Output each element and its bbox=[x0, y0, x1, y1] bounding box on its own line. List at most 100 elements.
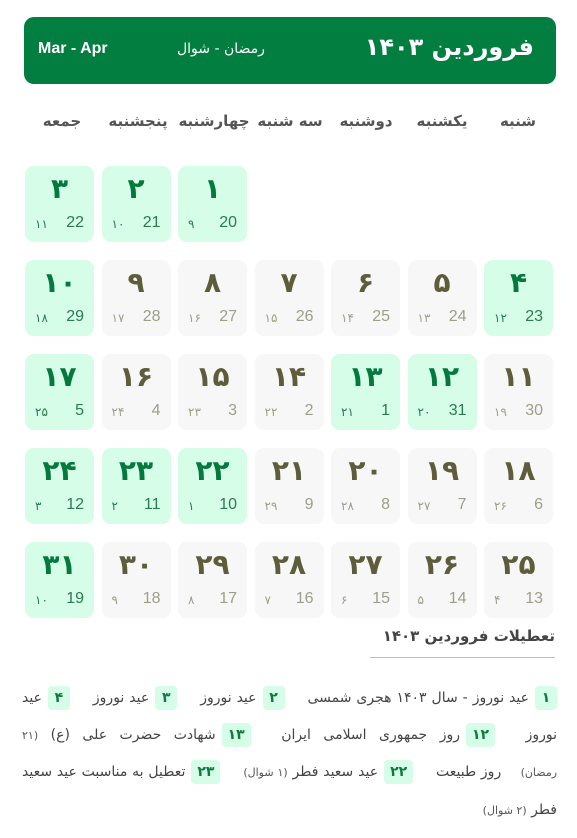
holiday-text: عید نوروز bbox=[92, 690, 150, 706]
hijri-date: ۲۴ bbox=[111, 405, 125, 419]
calendar-day-cell[interactable]: ۲۶ 14 ۵ bbox=[407, 542, 477, 618]
hijri-date: ۱۹ bbox=[494, 405, 507, 419]
day-number: ۳ bbox=[50, 172, 69, 205]
calendar-day-cell[interactable]: ۱۰ 29 ۱۸ bbox=[25, 260, 94, 336]
day-number: ۲۹ bbox=[195, 548, 230, 581]
hijri-date: ۱۴ bbox=[341, 311, 354, 325]
calendar-day-cell[interactable]: ۱۱ 30 ۱۹ bbox=[484, 354, 553, 430]
calendar-day-cell[interactable]: ۲۷ 15 ۶ bbox=[331, 542, 400, 618]
calendar-day-cell[interactable]: ۴ 23 ۱۲ bbox=[484, 260, 553, 336]
calendar-day-cell[interactable]: ۱۳ 1 ۲۱ bbox=[331, 354, 400, 430]
day-number: ۶ bbox=[356, 266, 375, 299]
gregorian-date: 12 bbox=[66, 496, 84, 513]
gregorian-date: 2 bbox=[304, 402, 314, 419]
gregorian-date: 3 bbox=[228, 402, 237, 419]
hijri-date: ۱۰ bbox=[35, 593, 48, 607]
gregorian-date: 4 bbox=[151, 402, 161, 419]
calendar-day-cell[interactable]: ۹ 28 ۱۷ bbox=[101, 260, 171, 336]
calendar-day-cell[interactable]: ۲۹ 17 ۸ bbox=[178, 542, 247, 618]
empty-cell bbox=[331, 166, 400, 242]
calendar-day-cell[interactable]: ۸ 27 ۱۶ bbox=[178, 260, 247, 336]
day-number: ۲۷ bbox=[348, 548, 383, 581]
calendar-day-cell[interactable]: ۱۲ 31 ۲۰ bbox=[407, 354, 477, 430]
gregorian-date: 8 bbox=[381, 496, 390, 513]
gregorian-date: 18 bbox=[142, 590, 161, 607]
day-number: ۱۵ bbox=[195, 360, 230, 393]
calendar-day-cell[interactable]: ۲۲ 10 ۱ bbox=[178, 448, 247, 524]
calendar-day-cell[interactable]: ۱۴ 2 ۲۲ bbox=[254, 354, 324, 430]
day-number: ۴ bbox=[509, 266, 528, 299]
gregorian-date: 24 bbox=[448, 308, 467, 325]
hijri-date: ۲۵ bbox=[35, 405, 48, 419]
gregorian-date: 25 bbox=[372, 308, 390, 325]
gregorian-date: 13 bbox=[525, 590, 543, 607]
calendar-day-cell[interactable]: ۶ 25 ۱۴ bbox=[331, 260, 400, 336]
calendar-day-cell[interactable]: ۱ 20 ۹ bbox=[178, 166, 247, 242]
hijri-date: ۶ bbox=[341, 593, 348, 607]
hijri-date: ۴ bbox=[494, 593, 501, 607]
day-number: ۲۲ bbox=[195, 454, 230, 487]
calendar-day-cell[interactable]: ۲۸ 16 ۷ bbox=[254, 542, 324, 618]
hijri-date: ۷ bbox=[264, 593, 271, 607]
month-title: فروردین ۱۴۰۳ bbox=[364, 33, 534, 61]
day-number: ۵ bbox=[433, 266, 451, 299]
holidays-list: ۱ عید نوروز - سال ۱۴۰۳ هجری شمسی ۲ عید نور… bbox=[22, 680, 557, 829]
day-number: ۳۱ bbox=[42, 548, 77, 581]
calendar-day-cell[interactable]: ۳۱ 19 ۱۰ bbox=[25, 542, 94, 618]
gregorian-date: 28 bbox=[142, 308, 161, 325]
day-number: ۱۲ bbox=[424, 360, 460, 393]
calendar-day-cell[interactable]: ۲۵ 13 ۴ bbox=[484, 542, 553, 618]
holiday-note: (۲ شوال) bbox=[482, 803, 527, 817]
month-header: فروردین ۱۴۰۳ رمضان - شوال Mar - Apr bbox=[24, 17, 556, 84]
gregorian-date: 26 bbox=[295, 308, 314, 325]
weekday-label: جمعه bbox=[42, 112, 82, 130]
calendar-day-cell[interactable]: ۲۴ 12 ۳ bbox=[25, 448, 94, 524]
day-number: ۲۱ bbox=[271, 454, 307, 487]
hijri-date: ۲۲ bbox=[264, 405, 278, 419]
calendar-day-cell[interactable]: ۲۰ 8 ۲۸ bbox=[331, 448, 400, 524]
gregorian-months: Mar - Apr bbox=[38, 40, 108, 57]
hijri-date: ۱ bbox=[188, 499, 195, 513]
hijri-date: ۱۸ bbox=[35, 311, 48, 325]
day-number: ۷ bbox=[280, 266, 298, 299]
holiday-text: عید سعید فطر bbox=[292, 764, 379, 780]
calendar-day-cell[interactable]: ۲۱ 9 ۲۹ bbox=[254, 448, 324, 524]
calendar-day-cell[interactable]: ۱۹ 7 ۲۷ bbox=[407, 448, 477, 524]
holidays-title: تعطیلات فروردین ۱۴۰۳ bbox=[382, 627, 555, 645]
calendar-day-cell[interactable]: ۷ 26 ۱۵ bbox=[254, 260, 324, 336]
day-number: ۱۱ bbox=[501, 360, 536, 393]
day-number: ۱ bbox=[203, 172, 222, 205]
hijri-date: ۲۷ bbox=[417, 499, 431, 513]
day-number: ۱۹ bbox=[424, 454, 460, 487]
gregorian-date: 23 bbox=[525, 308, 543, 325]
calendar-day-cell[interactable]: ۳ 22 ۱۱ bbox=[25, 166, 94, 242]
hijri-date: ۹ bbox=[188, 217, 195, 231]
calendar-day-cell[interactable]: ۲ 21 ۱۰ bbox=[101, 166, 171, 242]
weekday-label: سه شنبه bbox=[257, 112, 323, 130]
day-number: ۱۰ bbox=[42, 266, 77, 299]
day-number: ۱۸ bbox=[501, 454, 536, 487]
calendar-day-cell[interactable]: ۲۳ 11 ۲ bbox=[101, 448, 171, 524]
empty-cell bbox=[408, 166, 477, 242]
calendar-day-cell[interactable]: ۱۷ 5 ۲۵ bbox=[25, 354, 94, 430]
hijri-date: ۸ bbox=[188, 593, 195, 607]
gregorian-date: 22 bbox=[66, 214, 84, 231]
day-number: ۲۶ bbox=[424, 548, 460, 581]
holiday-note: (۱ شوال) bbox=[243, 766, 288, 779]
gregorian-date: 10 bbox=[219, 496, 237, 513]
calendar-day-cell[interactable]: ۵ 24 ۱۳ bbox=[407, 260, 477, 336]
day-number: ۱۴ bbox=[271, 360, 307, 393]
calendar-day-cell[interactable]: ۳۰ 18 ۹ bbox=[101, 542, 171, 618]
calendar-day-cell[interactable]: ۱۶ 4 ۲۴ bbox=[101, 354, 171, 430]
gregorian-date: 19 bbox=[66, 590, 84, 607]
holidays-divider bbox=[370, 657, 555, 658]
calendar-day-cell[interactable]: ۱۸ 6 ۲۶ bbox=[484, 448, 553, 524]
hijri-months: رمضان - شوال bbox=[177, 41, 265, 57]
gregorian-date: 16 bbox=[295, 590, 314, 607]
calendar-day-cell[interactable]: ۱۵ 3 ۲۳ bbox=[178, 354, 247, 430]
day-number: ۱۶ bbox=[118, 360, 154, 393]
hijri-date: ۲۸ bbox=[341, 499, 354, 513]
hijri-date: ۲۹ bbox=[264, 499, 278, 513]
gregorian-date: 29 bbox=[66, 308, 84, 325]
day-number: ۱۳ bbox=[348, 360, 383, 393]
